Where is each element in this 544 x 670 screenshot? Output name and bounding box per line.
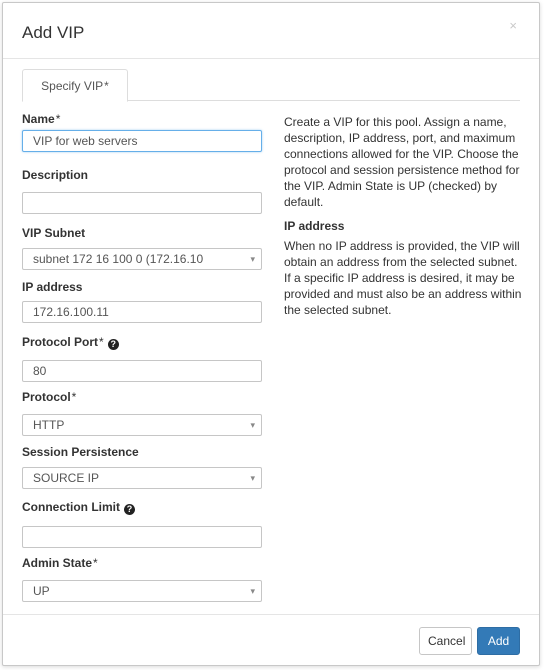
admin-state-label: Admin State* <box>22 556 98 570</box>
help-panel: Create a VIP for this pool. Assign a nam… <box>284 114 524 318</box>
modal-footer: Cancel Add <box>3 614 539 665</box>
admin-state-field: Admin State* UP ▾ <box>22 553 262 605</box>
help-ip-text: When no IP address is provided, the VIP … <box>284 239 522 317</box>
protocol-port-field: Protocol Port*? 80 <box>22 331 262 387</box>
name-label: Name* <box>22 112 61 126</box>
add-vip-modal: Add VIP × Specify VIP * Name* VIP for web… <box>2 2 540 666</box>
tab-specify-vip[interactable]: Specify VIP * <box>22 69 128 102</box>
modal-title: Add VIP <box>22 23 85 42</box>
session-persistence-label: Session Persistence <box>22 445 139 459</box>
description-input[interactable] <box>22 192 262 214</box>
connection-limit-field: Connection Limit? <box>22 497 262 553</box>
protocol-field: Protocol* HTTP ▾ <box>22 387 262 442</box>
protocol-select[interactable]: HTTP ▾ <box>22 414 262 436</box>
connection-limit-label: Connection Limit? <box>22 499 262 515</box>
session-persistence-select[interactable]: SOURCE IP ▾ <box>22 467 262 489</box>
tab-label: Specify VIP <box>41 78 104 93</box>
protocol-label: Protocol* <box>22 390 77 404</box>
admin-state-select[interactable]: UP ▾ <box>22 580 262 602</box>
required-mark: * <box>104 78 109 93</box>
connection-limit-input[interactable] <box>22 526 262 548</box>
vip-subnet-field: VIP Subnet subnet 172 16 100 0 (172.16.1… <box>22 219 262 277</box>
ip-address-field: IP address 172.16.100.11 <box>22 277 262 331</box>
chevron-down-icon: ▾ <box>250 586 255 596</box>
modal-header: Add VIP × <box>3 3 539 59</box>
ip-address-input[interactable]: 172.16.100.11 <box>22 301 262 323</box>
add-button[interactable]: Add <box>477 627 520 655</box>
protocol-port-input[interactable]: 80 <box>22 360 262 382</box>
description-field: Description <box>22 161 262 219</box>
cancel-button[interactable]: Cancel <box>419 627 472 655</box>
vip-subnet-label: VIP Subnet <box>22 226 86 240</box>
description-label: Description <box>22 168 89 182</box>
help-ip-heading: IP address <box>284 219 345 233</box>
vip-form: Name* VIP for web servers Description VI… <box>22 111 262 605</box>
admin-state-value: UP <box>33 584 50 598</box>
name-field: Name* VIP for web servers <box>22 111 262 161</box>
question-circle-icon[interactable]: ? <box>107 339 119 350</box>
ip-address-label: IP address <box>22 280 83 294</box>
name-input[interactable]: VIP for web servers <box>22 130 262 152</box>
vip-subnet-select[interactable]: subnet 172 16 100 0 (172.16.10 ▾ <box>22 248 262 270</box>
session-persistence-value: SOURCE IP <box>33 471 100 485</box>
chevron-down-icon: ▾ <box>250 420 255 430</box>
question-circle-icon[interactable]: ? <box>124 504 135 515</box>
session-persistence-field: Session Persistence SOURCE IP ▾ <box>22 442 262 497</box>
tab-bar: Specify VIP * <box>22 69 520 102</box>
protocol-port-label: Protocol Port*? <box>22 334 262 350</box>
close-icon[interactable]: × <box>509 19 517 32</box>
vip-subnet-value: subnet 172 16 100 0 (172.16.10 <box>33 252 204 266</box>
help-intro: Create a VIP for this pool. Assign a nam… <box>284 115 520 209</box>
chevron-down-icon: ▾ <box>250 473 255 483</box>
protocol-value: HTTP <box>33 418 65 432</box>
chevron-down-icon: ▾ <box>250 254 255 264</box>
